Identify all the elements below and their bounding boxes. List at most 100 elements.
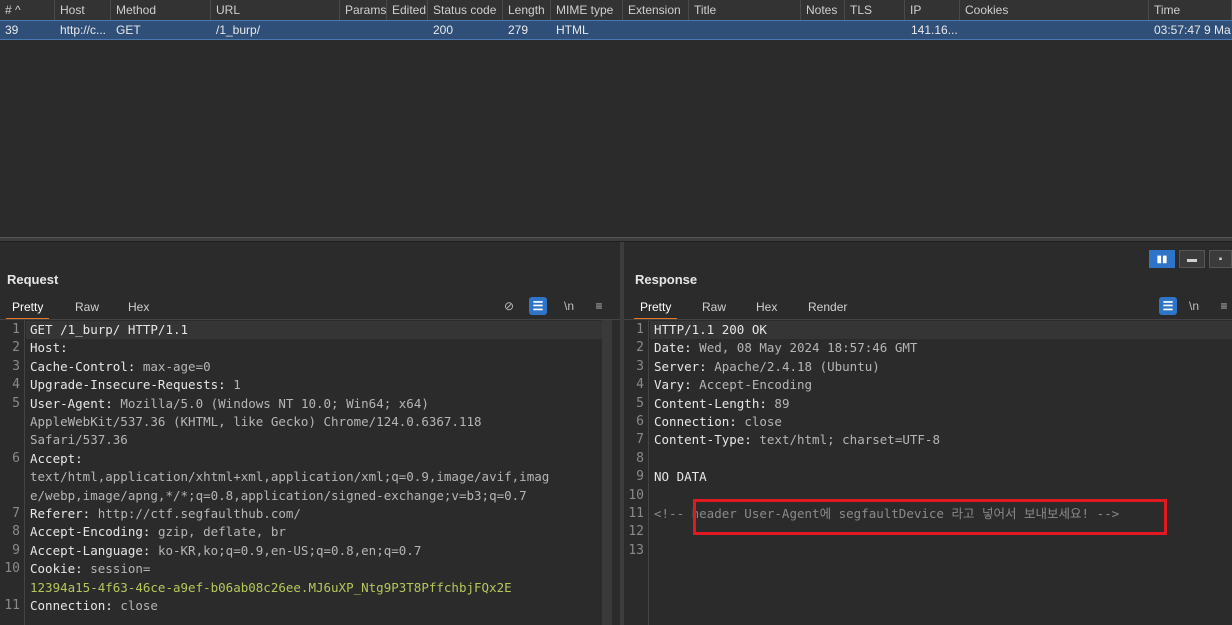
code-line: Accept-Encoding: gzip, deflate, br <box>30 523 286 541</box>
header-value: Safari/537.36 <box>30 432 128 448</box>
table-row[interactable]: 39 http://c... GET /1_burp/ 200 279 HTML… <box>0 20 1232 40</box>
header-value: 1 <box>225 377 241 393</box>
wrap-icon[interactable]: ☰ <box>529 297 547 315</box>
code-line: User-Agent: Mozilla/5.0 (Windows NT 10.0… <box>30 395 429 413</box>
line-number: 6 <box>12 450 20 466</box>
line-number <box>0 487 20 505</box>
highlight-box <box>693 499 1167 535</box>
cell-host: http://c... <box>60 23 107 37</box>
request-editor[interactable]: 1 GET /1_burp/ HTTP/1.1 2 Host: 3 Cache-Contr… <box>0 320 620 625</box>
column-header[interactable]: TLS <box>845 0 905 20</box>
line-number: 7 <box>12 506 20 521</box>
layout-split-horizontal-icon[interactable]: ▮▮ <box>1149 250 1175 268</box>
column-header[interactable]: Params <box>340 0 387 20</box>
wrap-icon[interactable]: ☰ <box>1159 297 1177 315</box>
code-line: Cache-Control: max-age=0 <box>30 358 211 376</box>
header-name: Accept-Language: <box>30 542 151 558</box>
header-value: 12394a15-4f63-46ce-a9ef-b06ab08c26ee.MJ6… <box>30 579 512 595</box>
header-name: Server: <box>654 358 707 374</box>
line-number <box>0 468 20 486</box>
header-value: 89 <box>766 395 790 411</box>
column-header[interactable]: Time <box>1149 0 1232 20</box>
column-header[interactable]: Edited <box>387 0 428 20</box>
header-value: text/html,application/xhtml+xml,applicat… <box>30 469 550 485</box>
line-number <box>0 431 20 449</box>
header-name: Host: <box>30 340 68 356</box>
line-number: 4 <box>636 377 644 393</box>
code-line: Connection: close <box>30 597 158 615</box>
code-line: Accept-Language: ko-KR,ko;q=0.9,en-US;q=… <box>30 542 421 560</box>
header-value: Apache/2.4.18 (Ubuntu) <box>706 358 880 374</box>
line-number: 4 <box>12 377 20 393</box>
header-name: Accept-Encoding: <box>30 524 151 540</box>
column-header[interactable]: Length <box>503 0 551 20</box>
code-line: 12394a15-4f63-46ce-a9ef-b06ab08c26ee.MJ6… <box>30 579 512 597</box>
column-header[interactable]: Method <box>111 0 211 20</box>
header-name: Connection: <box>654 414 737 429</box>
menu-icon[interactable]: ≡ <box>1215 297 1232 315</box>
response-title: Response <box>635 272 698 287</box>
header-value: Accept-Encoding <box>691 377 813 393</box>
tab-pretty[interactable]: Pretty <box>6 298 50 320</box>
line-number: 2 <box>636 340 644 356</box>
code-line: Vary: Accept-Encoding <box>654 376 812 394</box>
code-line: Connection: close <box>654 413 782 431</box>
line-number <box>0 579 20 597</box>
header-value: close <box>112 598 158 613</box>
column-header[interactable]: Notes <box>801 0 845 20</box>
column-header[interactable]: Cookies <box>960 0 1149 20</box>
line-number: 1 <box>636 322 644 337</box>
menu-icon[interactable]: ≡ <box>590 297 608 315</box>
header-value: close <box>736 414 782 429</box>
code-line: Host: <box>30 339 68 357</box>
line-number: 3 <box>636 358 644 374</box>
header-name: Vary: <box>654 377 692 393</box>
layout-split-vertical-icon[interactable]: ▬ <box>1179 250 1205 268</box>
newline-icon[interactable]: \n <box>560 297 578 315</box>
column-header[interactable]: IP <box>905 0 960 20</box>
response-panel: Response Pretty Raw Hex Render ☰ \n ≡ 1H… <box>624 242 1232 625</box>
eye-off-icon[interactable]: ⊘ <box>500 297 518 315</box>
column-header[interactable]: Title <box>689 0 801 20</box>
line-number: 5 <box>636 395 644 411</box>
code-line: Accept: <box>30 450 83 468</box>
column-header[interactable]: MIME type <box>551 0 623 20</box>
header-name: Upgrade-Insecure-Requests: <box>30 377 226 393</box>
line-number: 8 <box>636 450 644 466</box>
newline-icon[interactable]: \n <box>1185 297 1203 315</box>
header-value: e/webp,image/apng,*/*;q=0.8,application/… <box>30 487 527 503</box>
request-panel: Request Pretty Raw Hex ⊘ ☰ \n ≡ 1 GET /1_… <box>0 242 620 625</box>
proxy-history-table: # ^ Host Method URL Params Edited Status code L… <box>0 0 1232 237</box>
header-value: gzip, deflate, br <box>150 524 286 540</box>
header-value: session= <box>82 561 151 577</box>
line-number: 10 <box>628 487 644 503</box>
column-header[interactable]: # ^ <box>0 0 55 20</box>
header-name: Content-Type: <box>654 432 752 448</box>
header-name: Connection: <box>30 598 113 613</box>
code-line: Referer: http://ctf.segfaulthub.com/ <box>30 505 301 523</box>
tab-hex[interactable]: Hex <box>750 298 783 320</box>
line-number: 9 <box>12 542 20 558</box>
column-header[interactable]: Status code <box>428 0 503 20</box>
column-header[interactable]: Host <box>55 0 111 20</box>
header-name: Accept: <box>30 450 83 466</box>
request-title: Request <box>7 272 59 287</box>
cell-url: /1_burp/ <box>216 23 261 37</box>
request-scrollbar[interactable] <box>602 320 612 625</box>
header-name: NO DATA <box>654 469 707 485</box>
line-number: 10 <box>4 561 20 577</box>
tab-pretty[interactable]: Pretty <box>634 298 678 320</box>
layout-single-icon[interactable]: ▪ <box>1209 250 1232 268</box>
header-name: Content-Length: <box>654 395 767 411</box>
response-editor[interactable]: 1 HTTP/1.1 200 OK 2 Date: Wed, 08 May 2024 … <box>624 320 1232 625</box>
line-number <box>0 413 20 431</box>
header-value: AppleWebKit/537.36 (KHTML, like Gecko) C… <box>30 414 482 429</box>
tab-raw[interactable]: Raw <box>696 298 732 320</box>
tab-hex[interactable]: Hex <box>122 298 155 320</box>
column-header[interactable]: Extension <box>623 0 689 20</box>
tab-render[interactable]: Render <box>802 298 853 320</box>
column-header[interactable]: URL <box>211 0 340 20</box>
line-number: 1 <box>12 322 20 337</box>
tab-raw[interactable]: Raw <box>69 298 105 320</box>
code-line: Content-Type: text/html; charset=UTF-8 <box>654 431 940 449</box>
